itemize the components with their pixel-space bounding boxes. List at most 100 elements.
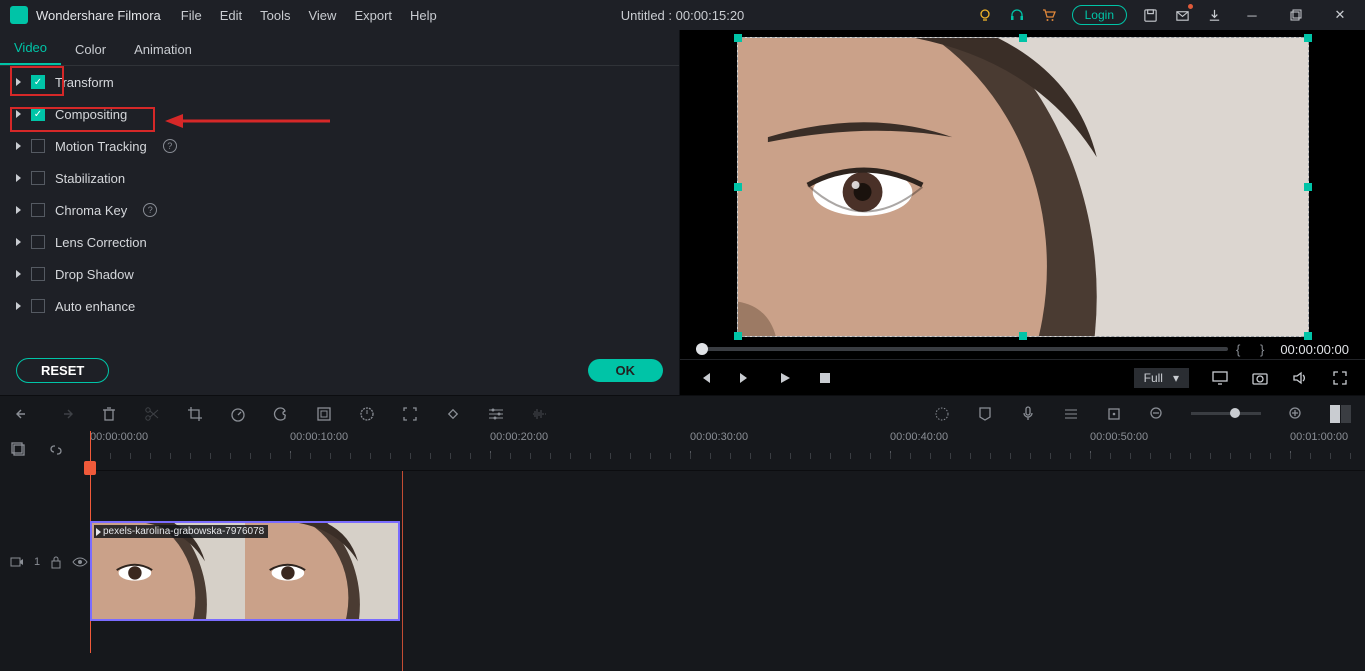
window-minimize-icon[interactable]: ─ — [1237, 8, 1267, 23]
tab-animation[interactable]: Animation — [120, 34, 206, 65]
preview-scrubber[interactable] — [696, 347, 1228, 351]
save-icon[interactable] — [1141, 6, 1159, 24]
speed-icon[interactable] — [229, 405, 246, 422]
display-icon[interactable] — [1211, 369, 1229, 387]
preview-image — [738, 38, 1308, 336]
section-label: Motion Tracking — [55, 139, 147, 154]
section-checkbox[interactable] — [31, 139, 45, 153]
timeline-ruler[interactable]: 00:00:00:0000:00:10:0000:00:20:0000:00:3… — [90, 431, 1365, 471]
quality-select[interactable]: Full▾ — [1134, 368, 1189, 388]
ruler-mark: 00:00:50:00 — [1090, 431, 1148, 443]
section-lens-correction[interactable]: Lens Correction — [0, 226, 679, 258]
undo-icon[interactable] — [14, 405, 31, 422]
timeline-clip[interactable]: pexels-karolina-grabowska-7976078 — [90, 521, 400, 621]
tab-color[interactable]: Color — [61, 34, 120, 65]
headphones-icon[interactable] — [1008, 6, 1026, 24]
fullscreen-icon[interactable] — [1331, 369, 1349, 387]
project-title: Untitled : 00:00:15:20 — [621, 8, 745, 23]
section-checkbox[interactable] — [31, 299, 45, 313]
transform-handle[interactable] — [734, 34, 742, 42]
section-checkbox[interactable]: ✓ — [31, 75, 45, 89]
window-maximize-icon[interactable] — [1281, 9, 1311, 21]
transform-handle[interactable] — [1019, 34, 1027, 42]
adjust-icon[interactable] — [487, 405, 504, 422]
reset-button[interactable]: RESET — [16, 358, 109, 383]
zoom-slider[interactable] — [1191, 412, 1261, 415]
track-lock-icon[interactable] — [50, 554, 62, 571]
marker-shield-icon[interactable] — [976, 405, 993, 422]
section-chroma-key[interactable]: Chroma Key? — [0, 194, 679, 226]
section-label: Compositing — [55, 107, 127, 122]
volume-icon[interactable] — [1291, 369, 1309, 387]
next-frame-icon[interactable] — [736, 369, 754, 387]
login-button[interactable]: Login — [1072, 5, 1127, 25]
window-close-icon[interactable]: ✕ — [1325, 7, 1355, 23]
section-drop-shadow[interactable]: Drop Shadow — [0, 258, 679, 290]
ok-button[interactable]: OK — [588, 359, 664, 382]
redo-icon[interactable] — [57, 405, 74, 422]
section-label: Transform — [55, 75, 114, 90]
timeline: 00:00:00:0000:00:10:0000:00:20:0000:00:3… — [0, 431, 1365, 653]
menu-file[interactable]: File — [181, 8, 202, 23]
transform-handle[interactable] — [1304, 332, 1312, 340]
prev-frame-icon[interactable] — [696, 369, 714, 387]
zoom-out-icon[interactable] — [1148, 405, 1165, 422]
crop-icon[interactable] — [186, 405, 203, 422]
track-view-toggle[interactable] — [1330, 405, 1351, 423]
property-panel: Video Color Animation ✓ Transform ✓ Composi… — [0, 30, 680, 395]
play-glyph-icon — [96, 528, 101, 536]
menu-view[interactable]: View — [308, 8, 336, 23]
snapshot-icon[interactable] — [1251, 369, 1269, 387]
section-transform[interactable]: ✓ Transform — [0, 66, 679, 98]
greenscreen-icon[interactable] — [315, 405, 332, 422]
record-voice-icon[interactable] — [1019, 405, 1036, 422]
mail-icon[interactable] — [1173, 6, 1191, 24]
cart-icon[interactable] — [1040, 6, 1058, 24]
track-video-icon[interactable] — [10, 554, 24, 571]
split-icon[interactable] — [143, 405, 160, 422]
section-checkbox[interactable] — [31, 235, 45, 249]
tab-video[interactable]: Video — [0, 32, 61, 65]
timeline-link-icon[interactable] — [47, 441, 64, 458]
menu-help[interactable]: Help — [410, 8, 437, 23]
section-checkbox[interactable] — [31, 267, 45, 281]
transform-handle[interactable] — [734, 183, 742, 191]
timeline-pin-icon[interactable] — [10, 441, 27, 458]
section-checkbox[interactable] — [31, 171, 45, 185]
section-compositing[interactable]: ✓ Compositing — [0, 98, 679, 130]
quality-label: Full — [1144, 371, 1163, 385]
transform-handle[interactable] — [734, 332, 742, 340]
menu-edit[interactable]: Edit — [220, 8, 242, 23]
ruler-mark: 00:00:40:00 — [890, 431, 948, 443]
mixer-icon[interactable] — [1062, 405, 1079, 422]
section-auto-enhance[interactable]: Auto enhance — [0, 290, 679, 322]
render-icon[interactable] — [933, 405, 950, 422]
play-icon[interactable] — [776, 369, 794, 387]
download-icon[interactable] — [1205, 6, 1223, 24]
keyframe-circle-icon[interactable] — [358, 405, 375, 422]
keyframe-diamond-icon[interactable] — [444, 405, 461, 422]
detect-icon[interactable] — [401, 405, 418, 422]
app-logo-icon — [10, 6, 28, 24]
track-visibility-icon[interactable] — [72, 554, 88, 571]
menu-tools[interactable]: Tools — [260, 8, 290, 23]
menu-export[interactable]: Export — [354, 8, 392, 23]
zoom-in-icon[interactable] — [1287, 405, 1304, 422]
transform-handle[interactable] — [1304, 34, 1312, 42]
delete-icon[interactable] — [100, 405, 117, 422]
section-checkbox[interactable] — [31, 203, 45, 217]
stop-icon[interactable] — [816, 369, 834, 387]
section-motion-tracking[interactable]: Motion Tracking? — [0, 130, 679, 162]
transform-handle[interactable] — [1304, 183, 1312, 191]
marker-icon[interactable] — [1105, 405, 1122, 422]
help-icon[interactable]: ? — [143, 203, 157, 217]
audio-icon[interactable] — [530, 405, 547, 422]
help-icon[interactable]: ? — [163, 139, 177, 153]
section-checkbox[interactable]: ✓ — [31, 107, 45, 121]
color-icon[interactable] — [272, 405, 289, 422]
preview-canvas[interactable] — [737, 37, 1309, 337]
lightbulb-icon[interactable] — [976, 6, 994, 24]
section-stabilization[interactable]: Stabilization — [0, 162, 679, 194]
transform-handle[interactable] — [1019, 332, 1027, 340]
mark-brackets[interactable]: { } — [1236, 342, 1272, 357]
